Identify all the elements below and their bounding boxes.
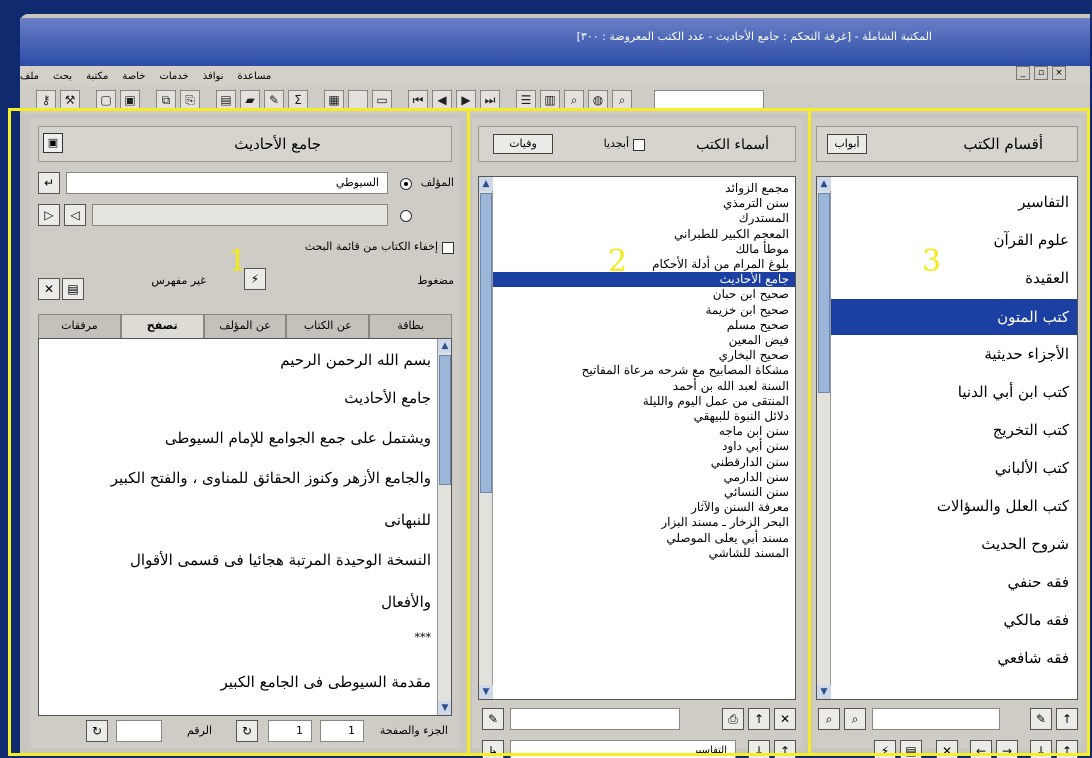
menu-search[interactable]: بحث xyxy=(53,71,72,82)
menu-bar: ملف بحث مكتبة خاصة خدمات نوافذ مساعدة xyxy=(20,66,1090,86)
first-icon[interactable]: ⏮ xyxy=(408,90,428,110)
last-icon[interactable]: ⏭ xyxy=(480,90,500,110)
list-icon[interactable]: ☰ xyxy=(516,90,536,110)
frame-icon[interactable]: ▭ xyxy=(372,90,392,110)
menu-help[interactable]: مساعدة xyxy=(237,71,271,82)
panel-1-frame xyxy=(8,108,470,756)
blank-icon[interactable] xyxy=(348,90,368,110)
book-icon[interactable]: ▤ xyxy=(216,90,236,110)
tools-icon[interactable]: ⚒ xyxy=(60,90,80,110)
menu-private[interactable]: خاصة xyxy=(122,71,145,82)
globe-icon[interactable]: ◍ xyxy=(588,90,608,110)
window-controls: _ ▫ × xyxy=(1016,66,1066,80)
minimize-button[interactable]: _ xyxy=(1016,66,1030,80)
previous-icon[interactable]: ◀ xyxy=(432,90,452,110)
panel-2-frame xyxy=(467,108,811,756)
window-icon[interactable]: ▣ xyxy=(120,90,140,110)
folder-icon[interactable]: ▰ xyxy=(240,90,260,110)
toolbar-search-field[interactable] xyxy=(654,90,764,110)
grid-icon[interactable]: ▥ xyxy=(540,90,560,110)
restore-button[interactable]: ▫ xyxy=(1034,66,1048,80)
search-icon[interactable]: ⌕ xyxy=(612,90,632,110)
panel-1-number: 1 xyxy=(228,244,248,279)
paste-icon[interactable]: ⎘ xyxy=(180,90,200,110)
menu-services[interactable]: خدمات xyxy=(159,71,188,82)
page-icon[interactable]: ▢ xyxy=(96,90,116,110)
binoculars-icon[interactable]: ⌕ xyxy=(564,90,584,110)
menu-file[interactable]: ملف xyxy=(20,71,39,82)
copy-icon[interactable]: ⧉ xyxy=(156,90,176,110)
table-icon[interactable]: ▦ xyxy=(324,90,344,110)
next-icon[interactable]: ▶ xyxy=(456,90,476,110)
menu-windows[interactable]: نوافذ xyxy=(203,71,224,82)
sigma-icon[interactable]: Σ xyxy=(288,90,308,110)
close-button[interactable]: × xyxy=(1052,66,1066,80)
window-title: المكتبة الشاملة - [غرفة التحكم : جامع ال… xyxy=(576,30,932,43)
menu-library[interactable]: مكتبة xyxy=(86,71,108,82)
key-icon[interactable]: ⚷ xyxy=(36,90,56,110)
panel-3-frame xyxy=(808,108,1090,756)
panel-2-number: 2 xyxy=(608,244,628,279)
panel-3-number: 3 xyxy=(922,244,942,279)
pen-icon[interactable]: ✎ xyxy=(264,90,284,110)
